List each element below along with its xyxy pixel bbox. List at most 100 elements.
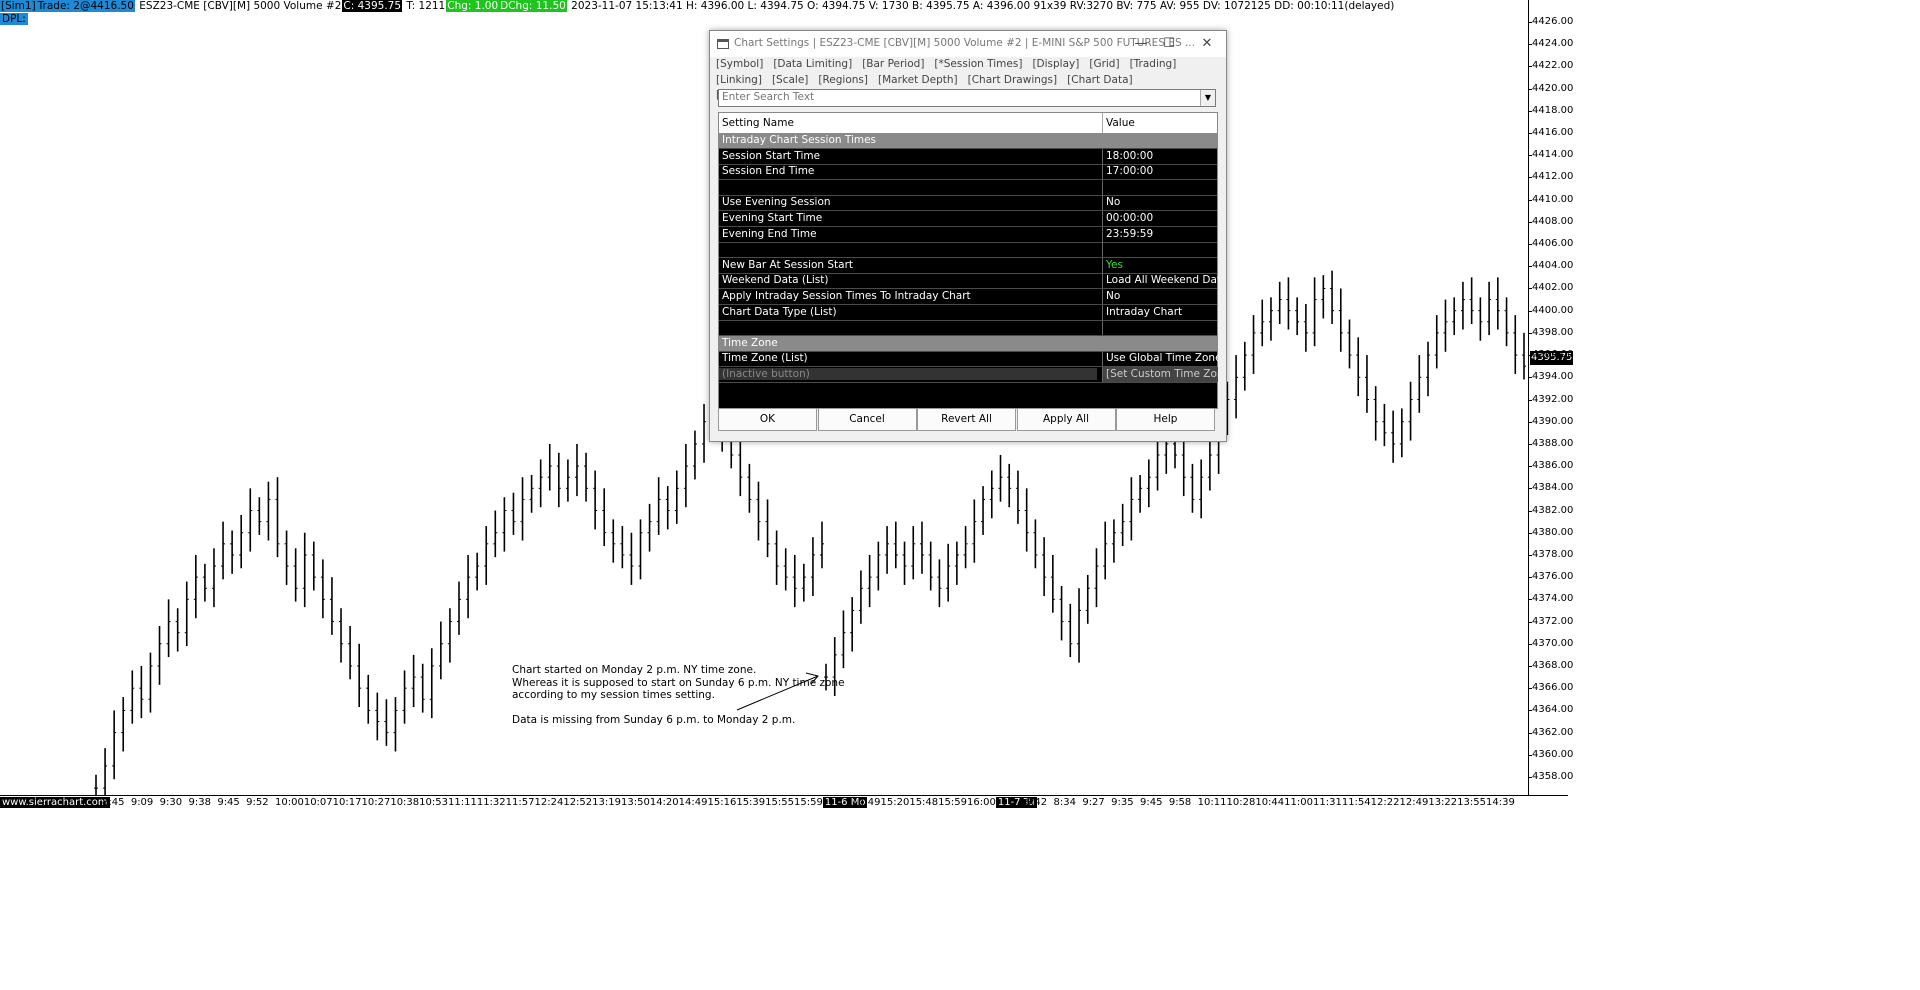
setting-row <box>719 242 1217 259</box>
tab-linking[interactable]: [Linking] <box>716 73 762 89</box>
help-button[interactable]: Help <box>1116 408 1215 431</box>
tab-display[interactable]: [Display] <box>1032 57 1079 73</box>
dialog-title-bar[interactable]: Chart Settings | ESZ23-CME [CBV][M] 5000… <box>710 31 1226 57</box>
sierrachart-logo: www.sierrachart.com <box>0 797 110 808</box>
time-label: 10:17 <box>332 797 362 808</box>
price-tick-label: 4370.00 <box>1532 637 1574 649</box>
setting-name: Evening Start Time <box>722 212 823 224</box>
section-header: Time Zone <box>719 335 1217 352</box>
setting-name: Time Zone (List) <box>722 352 808 365</box>
time-label: 16:00 <box>967 797 996 808</box>
trade-count: T: 1211 <box>406 0 446 12</box>
price-tick-label: 4402.00 <box>1532 282 1574 294</box>
setting-value[interactable]: [Set Custom Time Zone (F <box>1102 367 1218 382</box>
tab-regions[interactable]: [Regions] <box>818 73 868 89</box>
symbol-label: ESZ23-CME [CBV][M] 5000 Volume #2 <box>139 0 342 12</box>
section-header: Intraday Chart Session Times <box>719 133 1217 149</box>
price-tick-label: 4376.00 <box>1532 571 1574 583</box>
price-tick-label: 4416.00 <box>1532 127 1574 139</box>
price-tick-label: 4390.00 <box>1532 415 1574 427</box>
tab-marketdepth[interactable]: [Market Depth] <box>878 73 958 89</box>
setting-value[interactable]: No <box>1102 195 1218 211</box>
time-label: 11:32 <box>476 797 506 808</box>
setting-row[interactable]: (Inactive button) [Set Custom Time Zone (… <box>719 367 1218 383</box>
setting-row[interactable]: Use Evening Session No <box>719 195 1218 212</box>
close-button[interactable]: ✕ <box>1192 34 1222 54</box>
cancel-button[interactable]: Cancel <box>817 408 917 431</box>
time-axis[interactable]: www.sierrachart.com 8:45 9:09 9:30 9:38 9:45… <box>0 795 1568 811</box>
tab-scale[interactable]: [Scale] <box>772 73 808 89</box>
time-label: 13:19 <box>592 797 621 808</box>
tab-chartdata[interactable]: [Chart Data] <box>1067 73 1132 89</box>
price-tick-label: 4422.00 <box>1532 60 1574 72</box>
time-label: 9:09 <box>130 797 154 808</box>
time-label: 8:45 <box>102 797 125 808</box>
setting-name: Session Start Time <box>722 149 821 162</box>
annotation-line: Whereas it is supposed to start on Sunda… <box>512 676 845 689</box>
tab-sessiontimes[interactable]: [*Session Times] <box>934 57 1022 73</box>
setting-value[interactable]: Intraday Chart <box>1102 304 1218 320</box>
price-tick-label: 4408.00 <box>1532 215 1574 227</box>
setting-value[interactable]: Yes <box>1102 257 1218 273</box>
setting-name: New Bar At Session Start <box>722 258 854 271</box>
tab-chartdrawings[interactable]: [Chart Drawings] <box>968 73 1058 89</box>
price-scale[interactable]: 4395.75 4426.00 4424.00 4422.00 4420.00 4418… <box>1528 0 1574 795</box>
time-label: 13:50 <box>621 797 650 808</box>
setting-row[interactable]: Time Zone (List) Use Global Time Zone <box>719 351 1218 368</box>
time-label: 10:27 <box>361 797 391 808</box>
setting-row[interactable]: Chart Data Type (List) Intraday Chart <box>719 304 1218 321</box>
setting-value[interactable]: 23:59:59 <box>1102 226 1218 242</box>
tab-barperiod[interactable]: [Bar Period] <box>862 57 924 73</box>
setting-name: Evening End Time <box>722 227 817 240</box>
setting-row[interactable]: Session Start Time 18:00:00 <box>719 148 1218 165</box>
tab-datalimiting[interactable]: [Data Limiting] <box>773 57 852 73</box>
price-tick-label: 4418.00 <box>1532 104 1574 116</box>
chevron-down-icon[interactable]: ▼ <box>1200 90 1215 106</box>
time-label: 13:55 <box>1457 797 1486 808</box>
search-field[interactable]: ▼ <box>718 89 1216 107</box>
setting-row[interactable]: Weekend Data (List) Load All Weekend Data <box>719 273 1218 290</box>
setting-row[interactable]: Apply Intraday Session Times To Intraday… <box>719 289 1217 305</box>
time-label: 11:54 <box>1341 797 1371 808</box>
setting-row[interactable]: Evening End Time 23:59:59 <box>719 226 1218 243</box>
price-tick-label: 4380.00 <box>1532 526 1574 538</box>
maximize-button[interactable]: ☐ <box>1154 34 1184 54</box>
setting-row[interactable]: Evening Start Time 00:00:00 <box>719 211 1217 227</box>
price-tick-label: 4396.00 <box>1532 349 1574 361</box>
setting-value[interactable]: 18:00:00 <box>1102 148 1218 164</box>
time-label: 15:59 <box>938 797 967 808</box>
ok-button[interactable]: OK <box>718 408 817 431</box>
time-label: 13:22 <box>1428 797 1458 808</box>
price-tick-label: 4424.00 <box>1532 38 1574 50</box>
search-input[interactable] <box>719 90 1195 104</box>
dialog-button-bar: OK Cancel Revert All Apply All Help <box>718 408 1216 431</box>
time-label: 15:55 <box>765 797 794 808</box>
time-label: 10:44 <box>1255 797 1285 808</box>
setting-value[interactable]: 00:00:00 <box>1102 211 1218 226</box>
time-label: 11:57 <box>505 797 535 808</box>
tab-symbol[interactable]: [Symbol] <box>716 57 763 73</box>
time-label: 10:00 <box>275 797 304 808</box>
chart-status-bar: [Sim1] Trade: 2@4416.50 ESZ23-CME [CBV][M… <box>0 0 1395 13</box>
setting-name: Weekend Data (List) <box>722 274 829 287</box>
time-label: 15:48 <box>909 797 939 808</box>
tab-trading[interactable]: [Trading] <box>1130 57 1177 73</box>
time-label: 10:28 <box>1226 797 1256 808</box>
tab-grid[interactable]: [Grid] <box>1089 57 1119 73</box>
daily-change-value: DChg: 11.50 <box>499 0 567 12</box>
setting-row[interactable]: Session End Time 17:00:00 <box>719 164 1218 181</box>
setting-value[interactable]: No <box>1102 289 1218 304</box>
grid-header: Setting Name Value <box>719 113 1217 134</box>
price-tick-label: 4412.00 <box>1532 171 1574 183</box>
time-label: 11:00 <box>1284 797 1313 808</box>
price-tick-label: 4426.00 <box>1532 16 1574 27</box>
setting-value[interactable]: Load All Weekend Data <box>1102 273 1218 289</box>
setting-value[interactable]: Use Global Time Zone <box>1102 351 1218 367</box>
setting-row[interactable]: New Bar At Session Start Yes <box>719 257 1218 274</box>
setting-value[interactable]: 17:00:00 <box>1102 164 1218 180</box>
revert-all-button[interactable]: Revert All <box>917 408 1016 431</box>
apply-all-button[interactable]: Apply All <box>1016 408 1116 431</box>
price-tick-label: 4404.00 <box>1532 260 1574 272</box>
change-value: Chg: 1.00 <box>446 0 500 12</box>
minimize-button[interactable]: — <box>1126 34 1156 54</box>
